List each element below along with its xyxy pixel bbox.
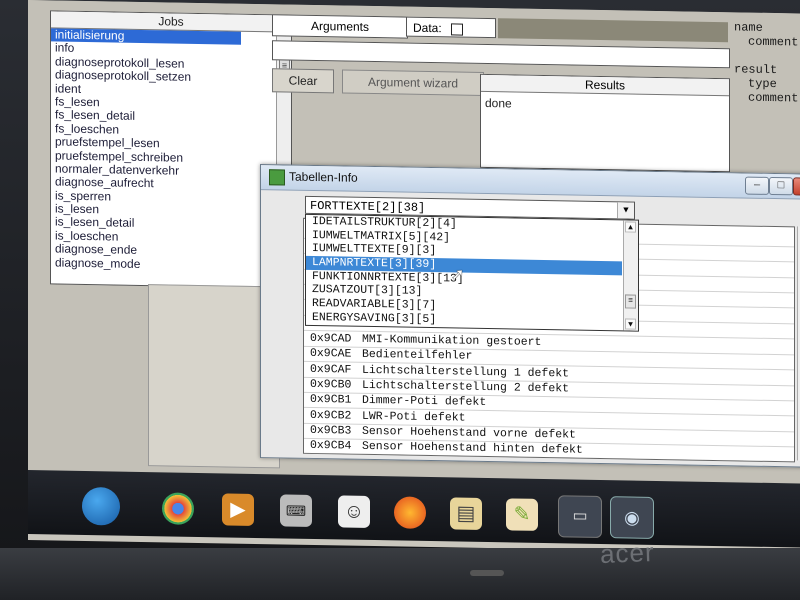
jobs-list[interactable]: initialisierung info diagnoseprotokoll_les…	[51, 27, 291, 274]
result-detail-line	[734, 48, 800, 63]
arguments-title-strip	[498, 18, 728, 43]
dropdown-scroll-thumb[interactable]: ≡	[625, 294, 636, 309]
dropdown-scroll-up-icon[interactable]: ▲	[625, 221, 636, 233]
table-dropdown-list[interactable]: IDETAILSTRUKTUR[2][4] IUMWELTMATRIX[5][42…	[305, 213, 639, 332]
row-text: Sensor Hoehenstand hinten defekt	[362, 439, 583, 457]
firefox-icon[interactable]	[394, 496, 426, 529]
result-details-column: name comment result type comment	[734, 20, 800, 105]
application-area: Jobs initialisierung info diagnoseprotokol…	[28, 0, 800, 484]
chrome-icon[interactable]	[162, 492, 194, 525]
close-button[interactable]: ✕	[793, 177, 800, 197]
dropdown-items[interactable]: IDETAILSTRUKTUR[2][4] IUMWELTMATRIX[5][42…	[306, 215, 638, 330]
folder-icon[interactable]: ▭	[558, 495, 602, 539]
result-detail-line: type	[748, 76, 777, 92]
paint-icon[interactable]: ✎	[506, 498, 538, 531]
result-detail-line: comment	[748, 90, 799, 106]
result-detail-line: name	[734, 20, 763, 35]
keyboard-icon[interactable]: ⌨	[280, 494, 312, 527]
job-item[interactable]: diagnose_mode	[55, 255, 291, 274]
row-text: LWR-Poti defekt	[362, 409, 466, 425]
dropdown-scroll-down-icon[interactable]: ▼	[625, 318, 636, 330]
row-code: 0x9CB2	[310, 408, 352, 423]
row-code: 0x9CAD	[310, 331, 352, 346]
results-panel: Results done	[480, 73, 730, 173]
row-text: Bedienteilfehler	[362, 348, 473, 364]
row-code: 0x9CB3	[310, 423, 352, 438]
speaker-slot	[470, 570, 504, 576]
row-code: 0x9CAF	[310, 362, 352, 377]
clear-button[interactable]: Clear	[272, 68, 334, 94]
arguments-input[interactable]	[272, 40, 730, 69]
result-detail-line: result	[734, 62, 778, 78]
table-icon	[269, 169, 285, 186]
row-code: 0x9CB0	[310, 377, 352, 392]
combo-value: FORTTEXTE[2][38]	[310, 198, 426, 215]
row-text: Dimmer-Poti defekt	[362, 394, 487, 410]
dropdown-scrollbar[interactable]: ▲ ≡ ▼	[623, 220, 638, 331]
data-toggle[interactable]: Data:	[406, 16, 496, 39]
data-checkbox[interactable]	[451, 23, 464, 36]
brand-logo: acer	[599, 537, 656, 569]
start-button[interactable]	[82, 486, 120, 526]
arguments-label: Arguments	[272, 14, 408, 39]
jobs-panel: Jobs initialisierung info diagnoseprotokol…	[50, 10, 292, 289]
row-code: 0x9CAE	[310, 347, 352, 361]
person-icon[interactable]: ☺	[338, 495, 370, 528]
laptop-deck	[0, 548, 800, 600]
row-code: 0x9CB4	[310, 439, 352, 453]
maximize-button[interactable]: □	[769, 176, 793, 196]
notes-icon[interactable]: ▤	[450, 497, 482, 530]
result-detail-line: comment	[748, 34, 799, 50]
tabellen-info-dialog: Tabellen-Info – □ ✕ FORTTEXTE[2][38] ▼ 0…	[260, 164, 800, 468]
dialog-title: Tabellen-Info	[289, 169, 358, 185]
eye-icon[interactable]: ◉	[610, 496, 654, 539]
media-icon[interactable]: ▶	[222, 493, 254, 526]
chevron-down-icon[interactable]: ▼	[617, 202, 634, 219]
mouse-cursor-icon: ➚	[451, 266, 465, 284]
argument-wizard-button[interactable]: Argument wizard	[342, 69, 484, 96]
screen: Jobs initialisierung info diagnoseprotokol…	[28, 0, 800, 554]
row-text: MMI-Kommunikation gestoert	[362, 332, 542, 349]
results-value: done	[485, 95, 512, 111]
minimize-button[interactable]: –	[745, 176, 769, 195]
row-code: 0x9CB1	[310, 393, 352, 407]
data-label-text: Data:	[413, 20, 442, 36]
taskbar: ▶ ⌨ ☺ ▤ ✎ ▭ ◉	[28, 470, 800, 548]
